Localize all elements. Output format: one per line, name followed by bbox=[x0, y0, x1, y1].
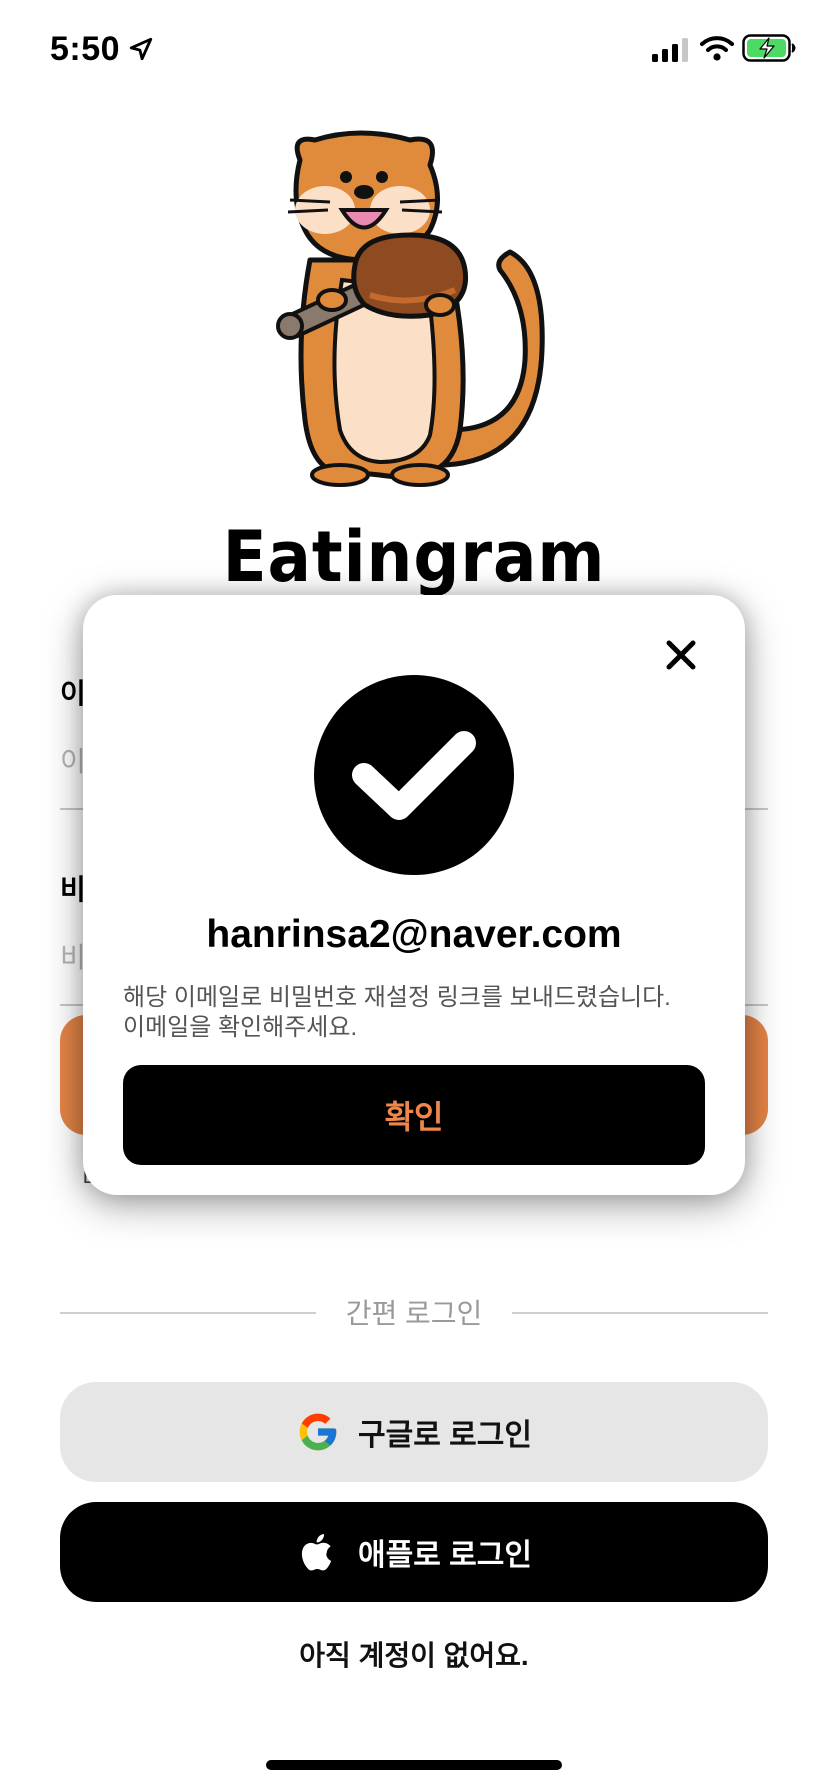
status-time: 5:50 bbox=[50, 30, 121, 68]
google-login-label: 구글로 로그인 bbox=[358, 1419, 532, 1452]
password-field-label: 비 bbox=[60, 874, 86, 905]
email-field-label: 이 bbox=[60, 678, 86, 709]
apple-login-button[interactable]: 애플로 로그인 bbox=[60, 1502, 768, 1602]
modal-message-line1: 해당 이메일로 비밀번호 재설정 링크를 보내드렸습니다. bbox=[123, 984, 671, 1011]
modal-message: 해당 이메일로 비밀번호 재설정 링크를 보내드렸습니다. 이메일을 확인해주세… bbox=[123, 983, 723, 1043]
apple-logo-icon bbox=[301, 1533, 332, 1571]
modal-email: hanrinsa2@naver.com bbox=[206, 913, 622, 956]
email-field-placeholder[interactable]: 이 bbox=[60, 740, 86, 780]
confirm-button[interactable]: 확인 bbox=[123, 1065, 705, 1165]
success-check-icon bbox=[314, 675, 514, 875]
otter-mascot-logo bbox=[276, 130, 545, 487]
confirm-button-label: 확인 bbox=[384, 1099, 444, 1135]
status-bar: 5:50 bbox=[0, 0, 828, 100]
home-indicator[interactable] bbox=[266, 1760, 562, 1770]
google-icon bbox=[299, 1413, 337, 1451]
battery-charging-icon bbox=[742, 34, 796, 62]
password-field-placeholder[interactable]: 비 bbox=[60, 936, 86, 976]
login-screen: 5:50 Eatingram 이 이 비 비 간편 로그인 구글로 로그인 애플… bbox=[0, 0, 828, 1792]
close-icon[interactable] bbox=[661, 635, 701, 675]
app-title: Eatingram bbox=[222, 516, 606, 598]
easy-login-label: 간편 로그인 bbox=[345, 1298, 483, 1329]
apple-login-label: 애플로 로그인 bbox=[358, 1539, 532, 1572]
password-reset-modal: hanrinsa2@naver.com 해당 이메일로 비밀번호 재설정 링크를… bbox=[83, 595, 745, 1195]
cellular-signal-icon bbox=[652, 38, 688, 62]
modal-message-line2: 이메일을 확인해주세요. bbox=[123, 1014, 358, 1041]
wifi-icon bbox=[700, 36, 734, 61]
location-arrow-icon bbox=[129, 37, 153, 61]
signup-link[interactable]: 아직 계정이 없어요. bbox=[0, 1634, 828, 1674]
google-login-button[interactable]: 구글로 로그인 bbox=[60, 1382, 768, 1482]
